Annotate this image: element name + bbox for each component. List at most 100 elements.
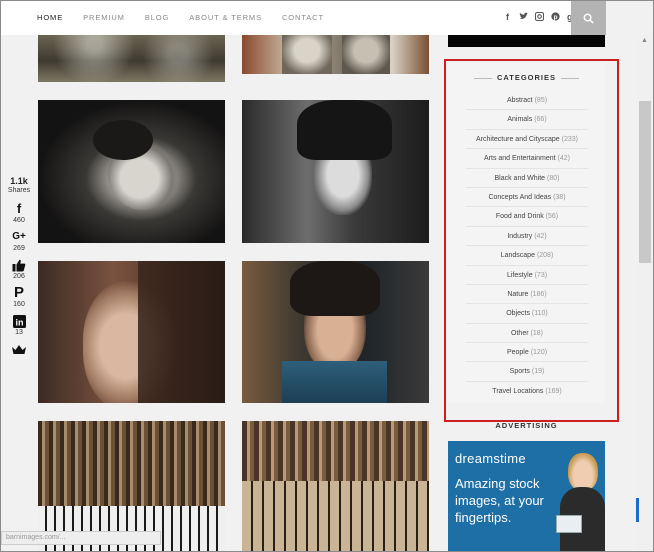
ad-person-image: [556, 453, 605, 551]
category-name: Other: [511, 329, 529, 337]
share-count: 13: [15, 329, 23, 336]
share-linkedin[interactable]: in 13: [5, 313, 33, 337]
category-item[interactable]: Travel Locations (169): [466, 382, 588, 401]
advertising-title: ADVERTISING: [495, 421, 558, 430]
facebook-icon: f: [16, 201, 22, 216]
photo-woman-bw-1[interactable]: [38, 100, 225, 243]
category-item[interactable]: Other (18): [466, 324, 588, 344]
category-count: (73): [534, 271, 548, 279]
search-button[interactable]: [571, 1, 606, 35]
browser-viewport: HOME PREMIUM BLOG ABOUT & TERMS CONTACT …: [0, 0, 654, 552]
instagram-icon[interactable]: [534, 11, 545, 23]
dreamstime-ad[interactable]: dreamstime Amazing stock images, at your…: [448, 441, 605, 551]
nav-home[interactable]: HOME: [37, 13, 63, 22]
top-navigation: HOME PREMIUM BLOG ABOUT & TERMS CONTACT …: [1, 1, 606, 35]
category-item[interactable]: Industry (42): [466, 227, 588, 247]
nav-contact[interactable]: CONTACT: [282, 13, 324, 22]
category-name: Architecture and Cityscape: [476, 135, 560, 143]
main-menu: HOME PREMIUM BLOG ABOUT & TERMS CONTACT: [37, 13, 344, 22]
svg-text:in: in: [15, 317, 23, 327]
category-item[interactable]: Black and White (80): [466, 169, 588, 188]
category-name: Black and White: [494, 174, 546, 182]
category-count: (42): [534, 232, 547, 240]
category-count: (38): [553, 193, 566, 201]
category-name: Food and Drink: [495, 213, 544, 221]
social-links: f p g+: [503, 11, 576, 23]
photo-snow-pots[interactable]: [242, 35, 429, 74]
category-item[interactable]: Objects (110): [466, 304, 588, 324]
category-count: (85): [534, 97, 548, 104]
facebook-icon[interactable]: f: [503, 12, 512, 23]
crown-icon: [5, 341, 33, 357]
twitter-icon[interactable]: [519, 12, 528, 23]
category-item[interactable]: Abstract (85): [466, 91, 588, 111]
ad-text: Amazing stock images, at your fingertips…: [455, 476, 544, 525]
category-count: (120): [530, 349, 548, 357]
nav-about-terms[interactable]: ABOUT & TERMS: [189, 13, 262, 22]
share-count: 160: [13, 301, 25, 308]
category-name: Concepts And Ideas: [488, 193, 552, 201]
category-name: Landscape: [500, 252, 535, 260]
share-count: 206: [13, 273, 25, 280]
share-pinterest[interactable]: P 160: [5, 285, 33, 309]
category-name: Arts and Entertainment: [484, 155, 556, 163]
category-count: (233): [561, 135, 578, 143]
photo-woman-bw-2[interactable]: [242, 100, 429, 243]
category-item[interactable]: Sports (19): [466, 362, 588, 382]
nav-premium[interactable]: PREMIUM: [83, 13, 125, 22]
search-icon: [583, 13, 594, 24]
share-total: 1.1k: [10, 176, 28, 186]
category-count: (56): [545, 213, 559, 221]
category-count: (19): [531, 368, 545, 376]
share-like[interactable]: 206: [5, 257, 33, 281]
share-sidebar: 1.1k Shares f 460 G+ 269 206 P 160 in 13: [5, 176, 33, 361]
thumbs-up-icon: [5, 257, 33, 273]
category-item[interactable]: People (120): [466, 343, 588, 363]
category-name: People: [506, 349, 529, 357]
pinterest-icon: P: [13, 284, 24, 301]
share-facebook[interactable]: f 460: [5, 201, 33, 225]
share-count: 460: [13, 217, 25, 224]
category-name: Travel Locations: [492, 387, 544, 395]
pinterest-icon[interactable]: p: [551, 12, 560, 23]
category-count: (80): [547, 174, 560, 182]
category-name: Objects: [506, 310, 530, 318]
category-name: Lifestyle: [506, 271, 533, 279]
category-item[interactable]: Concepts And Ideas (38): [466, 188, 588, 208]
scrollbar-thumb[interactable]: [639, 101, 651, 263]
category-name: Industry: [507, 232, 533, 240]
linkedin-icon: in: [5, 313, 33, 329]
nav-blog[interactable]: BLOG: [145, 13, 169, 22]
categories-title: CATEGORIES: [448, 73, 605, 82]
svg-text:p: p: [554, 14, 558, 21]
category-name: Sports: [509, 368, 530, 376]
category-item[interactable]: Architecture and Cityscape (233): [466, 130, 588, 150]
category-count: (110): [531, 310, 548, 318]
category-item[interactable]: Lifestyle (73): [466, 266, 588, 285]
share-label: Shares: [7, 187, 31, 194]
category-item[interactable]: Nature (186): [466, 285, 588, 305]
photo-woman-color-1[interactable]: [38, 261, 225, 403]
feedback-tab[interactable]: [636, 498, 639, 522]
category-count: (42): [557, 155, 570, 163]
google-plus-icon: G+: [12, 231, 26, 242]
share-googleplus[interactable]: G+ 269: [5, 229, 33, 253]
category-name: Abstract: [506, 97, 533, 104]
share-count: 269: [13, 245, 25, 252]
category-item[interactable]: Animals (66): [466, 110, 588, 130]
category-name: Animals: [507, 116, 533, 124]
category-count: (186): [530, 290, 547, 298]
category-count: (66): [534, 116, 547, 124]
ad-brand: dreamstime: [455, 451, 526, 466]
photo-woman-color-2[interactable]: [242, 261, 429, 403]
category-item[interactable]: Food and Drink (56): [466, 207, 588, 227]
status-bar: barnimages.com/...: [1, 531, 161, 545]
category-item[interactable]: Arts and Entertainment (42): [466, 149, 588, 169]
category-count: (208): [536, 252, 554, 260]
share-crown[interactable]: [5, 341, 33, 357]
photo-piano-2[interactable]: [242, 421, 429, 551]
category-item[interactable]: Landscape (208): [466, 246, 588, 266]
scroll-up-icon[interactable]: ▲: [641, 37, 648, 44]
category-count: (18): [530, 329, 543, 337]
photo-snow-trees[interactable]: [38, 35, 225, 82]
